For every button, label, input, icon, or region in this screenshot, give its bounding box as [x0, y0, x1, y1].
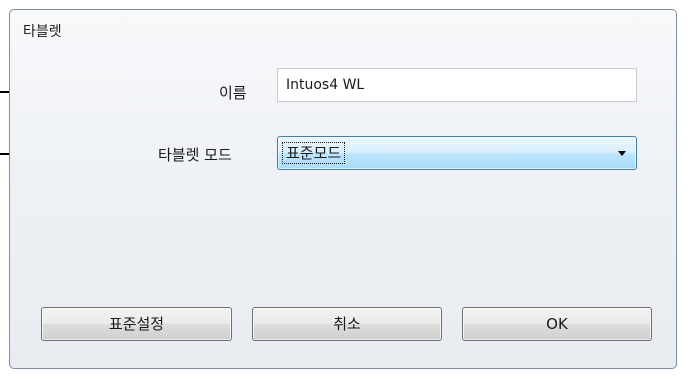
tablet-mode-selected-value: 표준모드 — [282, 142, 346, 164]
name-field[interactable] — [277, 68, 637, 102]
screenshot-stage: 타블렛 이름 타블렛 모드 표준모드 표준설정 취소 OK — [0, 0, 690, 379]
tablet-mode-select[interactable]: 표준모드 — [277, 136, 637, 170]
defaults-button[interactable]: 표준설정 — [41, 307, 232, 341]
name-label: 이름 — [219, 84, 247, 102]
tablet-mode-label: 타블렛 모드 — [158, 146, 232, 164]
chevron-down-icon[interactable] — [618, 151, 626, 156]
cancel-button[interactable]: 취소 — [252, 307, 442, 341]
dialog-title: 타블렛 — [23, 24, 62, 40]
ok-button[interactable]: OK — [462, 307, 652, 341]
